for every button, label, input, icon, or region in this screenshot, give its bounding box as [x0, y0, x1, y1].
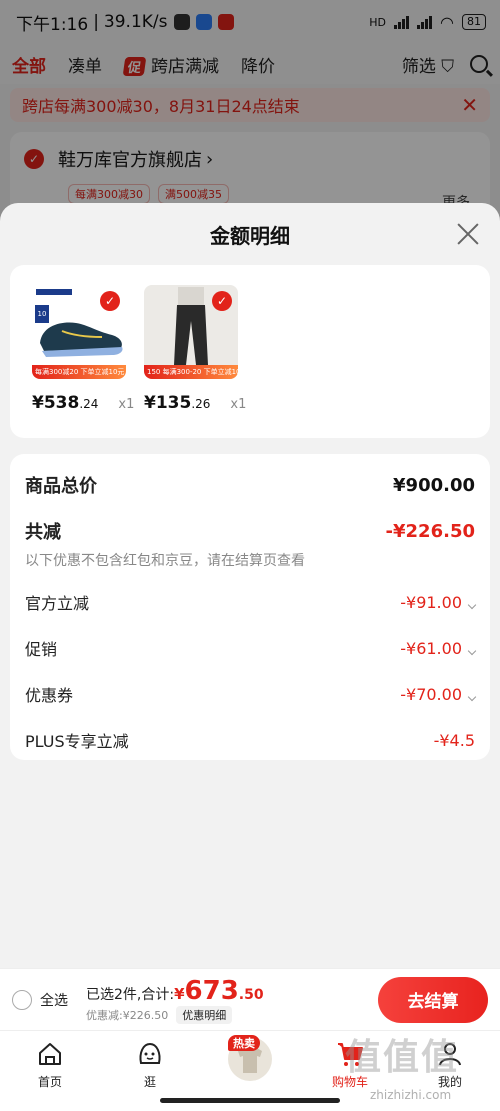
product-list: 10 ✓ 每满300减20 下单立减10元 ¥538.24 x1 ✓ 150 每… [10, 265, 490, 438]
discount-label: 促销 [25, 640, 58, 659]
product-qty: x1 [118, 397, 135, 412]
sheet-header: 金额明细 [0, 203, 500, 265]
discount-label: 官方立减 [25, 594, 90, 613]
select-all-label[interactable]: 全选 [40, 990, 68, 1010]
product-price-row: ¥538.24 x1 [32, 393, 134, 413]
selected-count-text: 已选2件,合计: [86, 986, 175, 1003]
total-label: 商品总价 [25, 476, 97, 497]
reduce-row: 共减 -¥226.50 [25, 518, 475, 544]
product-qty: x1 [230, 397, 247, 412]
product-image: 10 ✓ 每满300减20 下单立减10元 [32, 285, 126, 379]
product-image: ✓ 150 每满300-20 下单立减10元 [144, 285, 238, 379]
product-price: ¥538.24 [32, 393, 98, 413]
product-promo-strip: 每满300减20 下单立减10元 [32, 365, 126, 379]
sum-block: 已选2件,合计: ¥ 673 .50 优惠减:¥226.50 优惠明细 [86, 976, 264, 1024]
amount-breakdown: 商品总价 ¥900.00 共减 -¥226.50 以下优惠不包含红包和京豆，请在… [10, 454, 490, 760]
tab-home[interactable]: 首页 [0, 1031, 100, 1111]
reduce-label: 共减 [25, 522, 61, 543]
discount-amount: -¥61.00 [400, 638, 462, 658]
watermark-url: zhizhizhi.com [370, 1088, 452, 1102]
select-all-radio[interactable] [12, 989, 32, 1010]
total-row: 商品总价 ¥900.00 [25, 472, 475, 498]
reduce-value: -¥226.50 [385, 520, 475, 542]
close-icon[interactable] [456, 222, 480, 246]
discount-row-coupon[interactable]: 优惠券 -¥70.00 [25, 682, 477, 706]
discount-amount: -¥70.00 [400, 684, 462, 704]
product-item[interactable]: 10 ✓ 每满300减20 下单立减10元 ¥538.24 x1 [32, 285, 134, 438]
price-integer: ¥135 [144, 393, 192, 413]
chevron-down-icon [467, 692, 477, 701]
discount-amount: -¥91.00 [400, 592, 462, 612]
checkout-bar: 全选 已选2件,合计: ¥ 673 .50 优惠减:¥226.50 优惠明细 去… [0, 968, 500, 1030]
sheet-title: 金额明细 [210, 223, 290, 248]
discount-row-promotion[interactable]: 促销 -¥61.00 [25, 636, 477, 660]
hot-badge: 热卖 [228, 1035, 260, 1051]
browse-face-icon [139, 1042, 161, 1064]
home-indicator[interactable] [160, 1098, 340, 1103]
currency-symbol: ¥ [174, 984, 185, 1003]
tab-label: 首页 [37, 1075, 62, 1089]
product-item[interactable]: ✓ 150 每满300-20 下单立减10元 ¥135.26 x1 [144, 285, 246, 438]
price-decimal: .24 [79, 397, 99, 411]
discount-detail-button[interactable]: 优惠明细 [176, 1005, 233, 1024]
watermark-logo: 值值值 [345, 1037, 460, 1078]
price-integer: ¥538 [32, 393, 80, 413]
discount-note: 以下优惠不包含红包和京豆，请在结算页查看 [25, 553, 305, 569]
discount-value: -¥4.5 [433, 730, 475, 750]
chevron-down-icon [467, 646, 477, 655]
selected-check-icon[interactable]: ✓ [212, 291, 232, 311]
tab-label: 逛 [143, 1075, 156, 1089]
discount-label: PLUS专享立减 [25, 732, 129, 751]
discount-value: -¥70.00 [400, 684, 477, 704]
product-price-row: ¥135.26 x1 [144, 393, 246, 413]
total-amount-decimal: .50 [238, 986, 264, 1003]
total-value: ¥900.00 [393, 474, 475, 496]
discount-summary: 优惠减:¥226.50 优惠明细 [86, 1005, 264, 1024]
total-amount-integer: 673 [184, 975, 239, 1006]
product-price: ¥135.26 [144, 393, 210, 413]
product-badge: 10 [35, 305, 49, 323]
home-icon [39, 1043, 61, 1065]
selected-check-icon[interactable]: ✓ [100, 291, 120, 311]
discount-value: -¥61.00 [400, 638, 477, 658]
discount-label: 优惠券 [25, 686, 74, 705]
discount-summary-text: 优惠减:¥226.50 [86, 1008, 169, 1022]
price-decimal: .26 [191, 397, 211, 411]
discount-row-official[interactable]: 官方立减 -¥91.00 [25, 590, 477, 614]
chevron-down-icon [467, 600, 477, 609]
sum-total: 已选2件,合计: ¥ 673 .50 [86, 976, 264, 1006]
checkout-button[interactable]: 去结算 [378, 976, 488, 1023]
discount-value: -¥91.00 [400, 592, 477, 612]
discount-row-plus: PLUS专享立减 -¥4.5 [25, 728, 475, 752]
product-promo-strip: 150 每满300-20 下单立减10元 [144, 365, 238, 379]
amount-detail-sheet: 金额明细 10 ✓ 每满300减20 下单立减10元 ¥538.24 x1 ✓ … [0, 203, 500, 968]
